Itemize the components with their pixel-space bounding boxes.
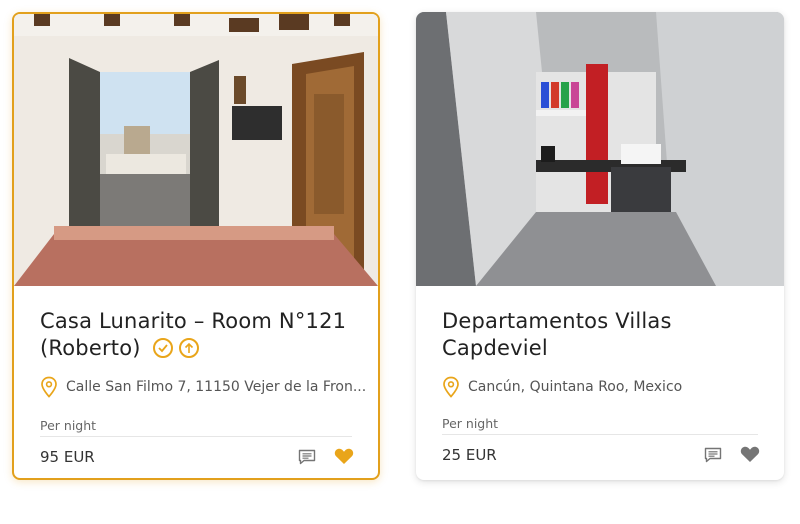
verified-check-icon — [152, 338, 173, 358]
title-badges — [152, 338, 199, 358]
listing-photo[interactable] — [416, 12, 784, 286]
listing-title[interactable]: Departamentos Villas Capdeviel — [442, 308, 762, 362]
listing-title-main: Casa Lunarito – Room N°121 — [40, 309, 347, 333]
listing-location: Calle San Filmo 7, 11150 Vejer de la Fro… — [40, 376, 370, 398]
listing-title[interactable]: Casa Lunarito – Room N°121 (Roberto) — [40, 308, 360, 362]
divider — [40, 436, 352, 437]
per-night-label: Per night — [442, 416, 499, 431]
favorite-heart-icon[interactable] — [740, 445, 760, 463]
location-pin-icon — [41, 376, 57, 398]
listing-card[interactable]: Departamentos Villas Capdeviel Cancún, Q… — [416, 12, 784, 480]
boost-arrow-icon — [178, 338, 199, 358]
price: 25 EUR — [442, 446, 497, 464]
per-night-label: Per night — [40, 418, 97, 433]
listing-location: Cancún, Quintana Roo, Mexico — [442, 376, 772, 398]
message-icon[interactable] — [704, 447, 722, 463]
favorite-heart-icon[interactable] — [334, 447, 354, 465]
listing-photo[interactable] — [14, 14, 378, 286]
listing-title-sub: (Roberto) — [40, 336, 141, 360]
listing-title-main: Departamentos Villas — [442, 309, 672, 333]
location-text: Calle San Filmo 7, 11150 Vejer de la Fro… — [66, 379, 367, 395]
divider — [442, 434, 758, 435]
price: 95 EUR — [40, 448, 95, 466]
message-icon[interactable] — [298, 449, 316, 465]
location-pin-icon — [443, 376, 459, 398]
location-text: Cancún, Quintana Roo, Mexico — [468, 379, 683, 395]
listing-card[interactable]: Casa Lunarito – Room N°121 (Roberto) Cal… — [12, 12, 380, 480]
listing-title-sub: Capdeviel — [442, 336, 548, 360]
